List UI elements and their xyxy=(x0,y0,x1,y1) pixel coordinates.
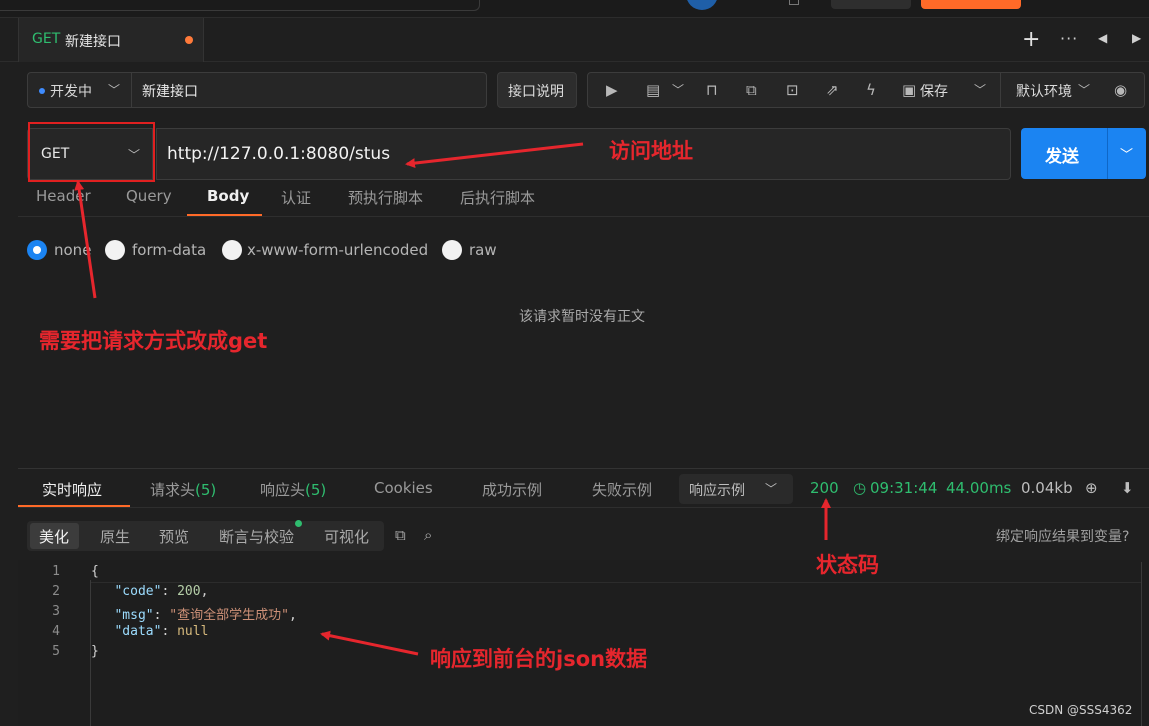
annotation-status: 状态码 xyxy=(816,553,879,577)
arrow-url xyxy=(405,142,584,169)
annotation-arrows xyxy=(74,142,831,656)
watermark: CSDN @SSS4362 xyxy=(1029,703,1133,717)
arrow-method xyxy=(74,180,97,299)
annotation-url: 访问地址 xyxy=(609,139,693,163)
arrow-json xyxy=(320,630,419,656)
annotation-method: 需要把请求方式改成get xyxy=(39,329,268,353)
annotation-json: 响应到前台的json数据 xyxy=(430,647,648,671)
